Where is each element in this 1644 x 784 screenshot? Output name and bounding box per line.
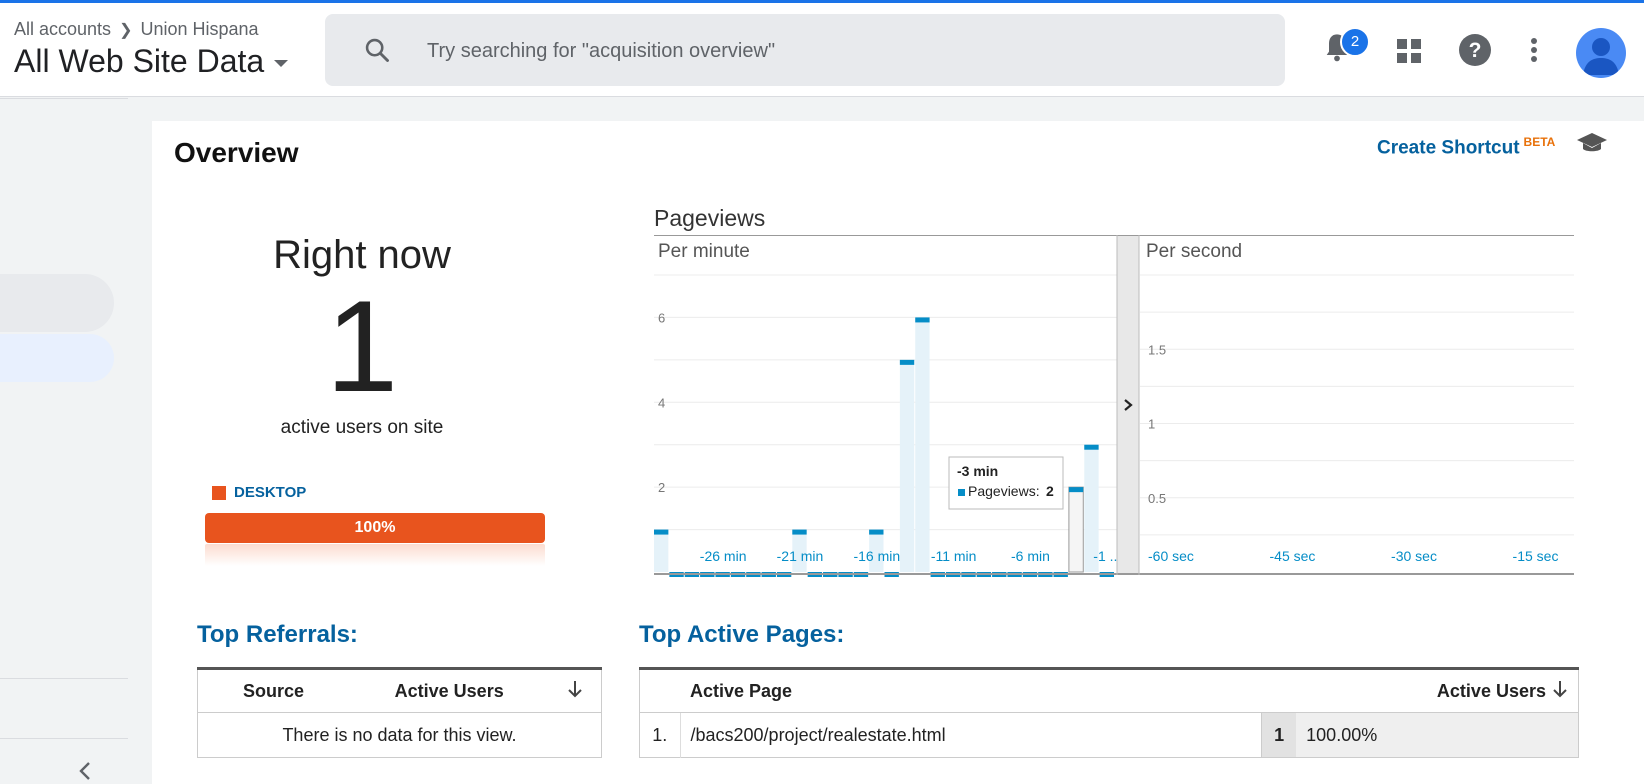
help-icon[interactable]: ? <box>1459 34 1491 66</box>
device-bar-reflection <box>205 544 545 566</box>
per-second-label: Per second <box>1146 241 1242 262</box>
tooltip-value: 2 <box>1046 483 1054 499</box>
y-tick-label: 6 <box>658 310 665 325</box>
sidebar <box>0 98 128 784</box>
active-page-link[interactable]: /bacs200/project/realestate.html <box>680 713 1262 758</box>
svg-text:?: ? <box>1469 39 1482 62</box>
bar-cap <box>915 317 930 323</box>
x-tick-label: -30 sec <box>1391 548 1437 564</box>
column-active-users[interactable]: Active Users <box>349 668 550 713</box>
device-legend: DESKTOP <box>212 484 306 501</box>
page-title: Overview <box>174 137 299 168</box>
tooltip-swatch <box>958 489 965 496</box>
search-icon <box>365 38 389 62</box>
device-share-bar[interactable]: 100% <box>205 513 545 543</box>
graduation-cap-icon[interactable] <box>1576 131 1608 155</box>
top-active-pages-table: Active Page Active Users 1. /bacs200/pro… <box>639 667 1579 758</box>
chevron-right-icon: ❯ <box>119 21 133 39</box>
table-row: There is no data for this view. <box>198 713 602 758</box>
bar-cap <box>1068 487 1084 493</box>
active-users-value: 1 <box>1261 712 1297 758</box>
collapse-chevron-icon[interactable] <box>78 760 92 782</box>
y-tick-label: 1.5 <box>1148 342 1166 357</box>
column-active-page[interactable]: Active Page <box>680 668 1262 713</box>
right-now-label: Right now <box>273 233 451 277</box>
x-tick-label: -45 sec <box>1270 548 1316 564</box>
chart-expand-handle[interactable] <box>1117 236 1139 573</box>
per-second-gridlines <box>1140 274 1574 536</box>
per-second-axis: 0.5 1 1.5 -60 sec -45 sec -30 sec -15 sec <box>1148 342 1558 564</box>
bar-cap <box>1084 444 1099 450</box>
bar-cap <box>869 529 884 535</box>
sidebar-divider <box>0 98 128 99</box>
per-minute-axis: 246-26 min -21 min -16 min -11 min -6 min -1 … <box>658 310 1121 564</box>
device-bar-track: 100% <box>205 513 545 543</box>
legend-swatch <box>212 485 226 500</box>
bar-cap <box>654 529 669 535</box>
row-index: 1. <box>639 712 681 758</box>
column-active-users[interactable]: Active Users <box>1261 668 1552 713</box>
top-active-pages-title: Top Active Pages: <box>639 621 845 648</box>
breadcrumb: All accounts ❯ Union Hispana <box>14 19 259 40</box>
bar-cap <box>792 529 807 535</box>
tooltip-series: Pageviews: <box>968 483 1040 499</box>
x-tick-label: -16 min <box>853 548 900 564</box>
per-minute-bars <box>654 317 1114 577</box>
view-selector[interactable]: All Web Site Data <box>14 43 289 80</box>
apps-grid-icon[interactable] <box>1397 39 1423 65</box>
more-vert-icon[interactable] <box>1530 37 1538 63</box>
y-tick-label: 1 <box>1148 417 1155 432</box>
sidebar-item-selected[interactable] <box>0 334 114 382</box>
sort-arrow-icon[interactable] <box>1552 668 1579 713</box>
column-source[interactable]: Source <box>197 668 349 713</box>
sort-arrow-icon[interactable] <box>549 668 602 713</box>
x-tick-label: -11 min <box>931 548 977 564</box>
table-header-row: Active Page Active Users <box>639 668 1579 713</box>
top-referrals-title: Top Referrals: <box>197 621 358 648</box>
breadcrumb-account[interactable]: All accounts <box>14 19 111 40</box>
sidebar-item[interactable] <box>0 274 114 332</box>
bar <box>915 317 930 572</box>
active-users-label: active users on site <box>280 417 444 438</box>
bar <box>1068 486 1084 573</box>
top-app-bar: All accounts ❯ Union Hispana All Web Sit… <box>0 0 1644 97</box>
x-tick-label: -6 min <box>1011 548 1050 564</box>
y-tick-label: 2 <box>658 480 665 495</box>
beta-badge: BETA <box>1523 135 1556 149</box>
y-tick-label: 4 <box>658 395 665 410</box>
notification-badge: 2 <box>1340 27 1370 57</box>
top-referrals-table: Source Active Users There is no data for… <box>197 667 602 758</box>
active-users-percent: 100.00% <box>1296 712 1579 758</box>
x-tick-label: -15 sec <box>1513 548 1559 564</box>
account-avatar-icon[interactable] <box>1576 28 1626 78</box>
x-tick-label: -60 sec <box>1148 548 1194 564</box>
search-bar[interactable] <box>325 14 1285 86</box>
empty-message: There is no data for this view. <box>282 724 517 745</box>
y-tick-label: 0.5 <box>1148 491 1166 506</box>
sidebar-divider <box>0 678 128 679</box>
table-row: 1. /bacs200/project/realestate.html 1 10… <box>639 712 1579 758</box>
x-tick-label: -26 min <box>700 548 747 564</box>
create-shortcut-label: Create Shortcut <box>1377 137 1520 159</box>
sidebar-divider <box>0 738 128 739</box>
device-label: DESKTOP <box>234 484 307 501</box>
chart-tooltip: -3 min Pageviews: 2 <box>948 456 1064 510</box>
bar-cap <box>899 359 915 365</box>
bar <box>654 529 669 572</box>
pageviews-title: Pageviews <box>654 205 766 231</box>
x-tick-label: -21 min <box>777 548 824 564</box>
pageviews-chart: 246-26 min -21 min -16 min -11 min -6 min -1 … <box>654 235 1574 577</box>
search-input[interactable] <box>425 28 1249 74</box>
per-minute-label: Per minute <box>658 241 750 262</box>
view-name: All Web Site Data <box>14 43 265 79</box>
bar <box>899 359 915 572</box>
tooltip-title: -3 min <box>957 463 998 479</box>
breadcrumb-property[interactable]: Union Hispana <box>140 19 258 40</box>
create-shortcut-link[interactable]: Create Shortcut BETA <box>1377 135 1555 159</box>
column-index <box>639 668 680 713</box>
table-header-row: Source Active Users <box>197 668 602 713</box>
overview-card: Overview Create Shortcut BETA Right now 1… <box>152 121 1644 784</box>
caret-down-icon <box>274 60 289 67</box>
active-users-count: 1 <box>325 273 399 419</box>
